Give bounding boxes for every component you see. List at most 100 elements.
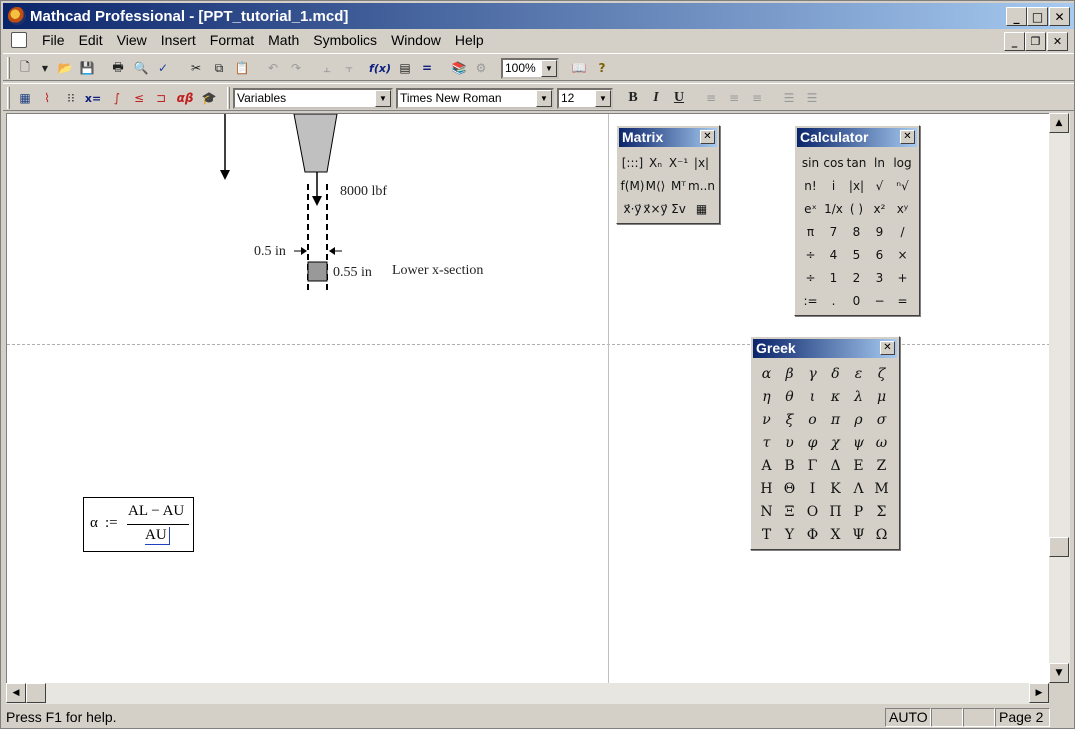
matrix-palette-title-bar[interactable]: Matrix ✕ <box>619 128 717 147</box>
calculator-palette-button[interactable]: x² <box>868 197 891 220</box>
calculator-palette-close-icon[interactable]: ✕ <box>900 130 915 144</box>
matrix-palette-button[interactable]: x⃗·y⃗ <box>621 197 644 220</box>
math-region-alpha[interactable]: α := AL − AU AU <box>83 497 194 552</box>
greek-toolbar-icon[interactable]: αβ <box>175 88 195 108</box>
align-across-icon[interactable]: ⫠ <box>317 58 337 78</box>
matrix-palette-close-icon[interactable]: ✕ <box>700 130 715 144</box>
spell-check-icon[interactable]: ✓ <box>153 58 173 78</box>
toolbar-grip[interactable] <box>7 57 10 79</box>
greek-palette-title-bar[interactable]: Greek ✕ <box>753 339 897 358</box>
menu-edit[interactable]: Edit <box>72 32 110 48</box>
font-dropdown-icon[interactable]: ▼ <box>536 90 552 107</box>
greek-upper-button[interactable]: Σ <box>870 500 893 523</box>
calculator-palette-button[interactable]: = <box>891 289 914 312</box>
cut-icon[interactable]: ✂ <box>186 58 206 78</box>
greek-upper-button[interactable]: Ε <box>847 454 870 477</box>
matrix-palette-button[interactable]: |x| <box>690 151 713 174</box>
align-right-icon[interactable]: ≡ <box>747 88 767 108</box>
calculator-palette-button[interactable]: |x| <box>845 174 868 197</box>
greek-upper-button[interactable]: Ψ <box>847 523 870 546</box>
matrix-palette[interactable]: Matrix ✕ [:::] Xₙ X⁻¹ |x| f(M) M⟨⟩ Mᵀ m..n x⃗·y⃗… <box>616 125 720 224</box>
calculator-palette-button[interactable]: 7 <box>822 220 845 243</box>
doc-restore-button[interactable]: ❐ <box>1025 32 1046 51</box>
menu-window[interactable]: Window <box>384 32 448 48</box>
calculator-palette-button[interactable]: log <box>891 151 914 174</box>
greek-lower-button[interactable]: γ <box>801 362 824 385</box>
redo-icon[interactable]: ↷ <box>286 58 306 78</box>
math-denominator[interactable]: AU <box>145 527 170 545</box>
greek-lower-button[interactable]: β <box>778 362 801 385</box>
font-select[interactable]: Times New Roman ▼ <box>396 88 554 109</box>
greek-lower-button[interactable]: π <box>824 408 847 431</box>
mathcad-app-icon[interactable] <box>8 7 26 25</box>
bold-button[interactable]: B <box>623 88 643 108</box>
greek-lower-button[interactable]: θ <box>778 385 801 408</box>
matrix-palette-button[interactable]: f(M) <box>621 174 645 197</box>
greek-upper-button[interactable]: Ξ <box>778 500 801 523</box>
greek-lower-button[interactable]: δ <box>824 362 847 385</box>
calculator-palette-button[interactable]: × <box>891 243 914 266</box>
greek-upper-button[interactable]: Β <box>778 454 801 477</box>
calculator-palette-button[interactable]: tan <box>845 151 868 174</box>
calculator-palette-button[interactable]: 5 <box>845 243 868 266</box>
calculator-palette-button[interactable]: ÷ <box>799 243 822 266</box>
zoom-select[interactable]: 100% ▼ <box>501 58 559 79</box>
calculator-palette-button[interactable]: 4 <box>822 243 845 266</box>
scroll-right-icon[interactable]: ▶ <box>1029 683 1049 703</box>
greek-lower-button[interactable]: φ <box>801 431 824 454</box>
bullets-icon[interactable]: ☰ <box>779 88 799 108</box>
greek-upper-button[interactable]: Ο <box>801 500 824 523</box>
greek-upper-button[interactable]: Η <box>755 477 778 500</box>
greek-lower-button[interactable]: η <box>755 385 778 408</box>
greek-lower-button[interactable]: ι <box>801 385 824 408</box>
greek-lower-button[interactable]: ρ <box>847 408 870 431</box>
print-icon[interactable]: 🖶 <box>108 58 128 78</box>
help-icon[interactable]: ? <box>592 58 612 78</box>
menu-view[interactable]: View <box>110 32 154 48</box>
matrix-palette-button[interactable]: x⃗×y⃗ <box>643 197 667 220</box>
greek-palette-close-icon[interactable]: ✕ <box>880 341 895 355</box>
evaluation-toolbar-icon[interactable]: x= <box>83 88 103 108</box>
zoom-dropdown-icon[interactable]: ▼ <box>541 60 557 77</box>
vertical-scroll-thumb[interactable] <box>1049 537 1069 557</box>
calculator-palette-button[interactable]: 0 <box>845 289 868 312</box>
greek-lower-button[interactable]: κ <box>824 385 847 408</box>
horizontal-scroll-thumb[interactable] <box>26 683 46 703</box>
minimize-button[interactable]: _ <box>1006 7 1027 26</box>
underline-button[interactable]: U <box>669 88 689 108</box>
calculator-palette-button[interactable]: ln <box>868 151 891 174</box>
close-button[interactable]: ✕ <box>1049 7 1070 26</box>
align-left-icon[interactable]: ≡ <box>701 88 721 108</box>
scroll-up-icon[interactable]: ▲ <box>1049 113 1069 133</box>
greek-lower-button[interactable]: ε <box>847 362 870 385</box>
programming-toolbar-icon[interactable]: ⊐ <box>151 88 171 108</box>
font-size-select[interactable]: 12 ▼ <box>557 88 613 109</box>
calculus-toolbar-icon[interactable]: ∫ <box>107 88 127 108</box>
greek-lower-button[interactable]: ζ <box>870 362 893 385</box>
calculator-palette-button[interactable]: √ <box>868 174 891 197</box>
menu-math[interactable]: Math <box>261 32 306 48</box>
menu-help[interactable]: Help <box>448 32 491 48</box>
graph-toolbar-icon[interactable]: ⌇ <box>37 88 57 108</box>
greek-lower-button[interactable]: χ <box>824 431 847 454</box>
calculator-palette-button[interactable]: cos <box>822 151 845 174</box>
new-dropdown-icon[interactable]: ▼ <box>35 58 55 78</box>
greek-upper-button[interactable]: Ω <box>870 523 893 546</box>
calculator-palette-button[interactable]: n! <box>799 174 822 197</box>
greek-lower-button[interactable]: σ <box>870 408 893 431</box>
align-center-icon[interactable]: ≡ <box>724 88 744 108</box>
open-folder-icon[interactable]: 📂 <box>55 58 75 78</box>
doc-close-button[interactable]: ✕ <box>1047 32 1068 51</box>
greek-lower-button[interactable]: ψ <box>847 431 870 454</box>
calculator-palette-button[interactable]: 3 <box>868 266 891 289</box>
greek-upper-button[interactable]: Ρ <box>847 500 870 523</box>
greek-upper-button[interactable]: Ζ <box>870 454 893 477</box>
greek-upper-button[interactable]: Θ <box>778 477 801 500</box>
calculator-palette-button[interactable]: π <box>799 220 822 243</box>
greek-upper-button[interactable]: Ι <box>801 477 824 500</box>
matrix-toolbar-icon[interactable]: ⁝⁝ <box>61 88 81 108</box>
save-icon[interactable]: 💾 <box>77 58 97 78</box>
component-wizard-icon[interactable]: ⚙ <box>471 58 491 78</box>
greek-lower-button[interactable]: τ <box>755 431 778 454</box>
greek-upper-button[interactable]: Μ <box>870 477 893 500</box>
